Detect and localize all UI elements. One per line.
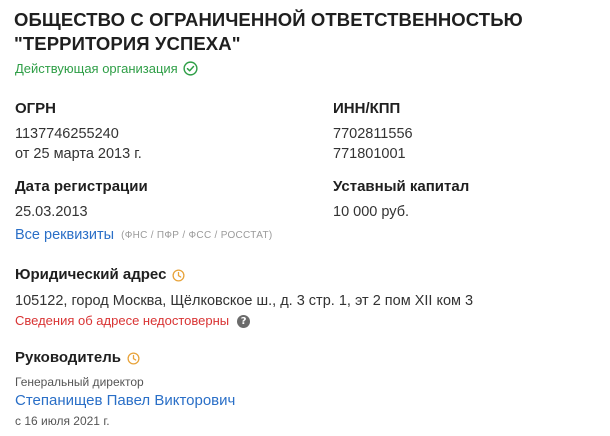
head-heading: Руководитель [15,349,140,367]
question-icon[interactable]: ? [237,314,251,328]
capital-label: Уставный капитал [333,178,470,195]
requisites-note: (ФНС / ПФР / ФСС / РОССТАТ) [121,229,273,241]
status-line: Действующая организация [15,59,198,77]
clock-icon[interactable] [127,351,140,365]
check-circle-icon [183,60,198,76]
address-warning-row: Сведения об адресе недостоверны ? [15,313,251,329]
inn-kpp-label: ИНН/КПП [333,100,401,117]
registration-label: Дата регистрации [15,178,148,195]
inn-value[interactable]: 7702811556 [333,125,413,143]
head-position: Генеральный директор [15,375,144,389]
kpp-value[interactable]: 771801001 [333,145,406,163]
requisites-row: Все реквизиты (ФНС / ПФР / ФСС / РОССТАТ… [15,227,273,243]
ogrn-date: от 25 марта 2013 г. [15,146,142,162]
address-warning: Сведения об адресе недостоверны [15,313,230,328]
head-since: с 16 июля 2021 г. [15,414,110,428]
capital-value: 10 000 руб. [333,204,410,220]
address-heading: Юридический адрес [15,266,185,284]
registration-value: 25.03.2013 [15,204,88,220]
ogrn-value[interactable]: 1137746255240 [15,125,119,143]
address-label: Юридический адрес [15,266,167,283]
clock-icon[interactable] [172,268,185,282]
status-text: Действующая организация [15,60,178,76]
head-label: Руководитель [15,349,121,366]
head-name-link[interactable]: Степанищев Павел Викторович [15,392,235,410]
ogrn-label: ОГРН [15,100,57,117]
address-value: 105122, город Москва, Щёлковское ш., д. … [15,293,474,309]
all-requisites-link[interactable]: Все реквизиты [15,227,114,243]
company-name: ОБЩЕСТВО С ОГРАНИЧЕННОЙ ОТВЕТСТВЕННОСТЬЮ… [14,9,523,54]
